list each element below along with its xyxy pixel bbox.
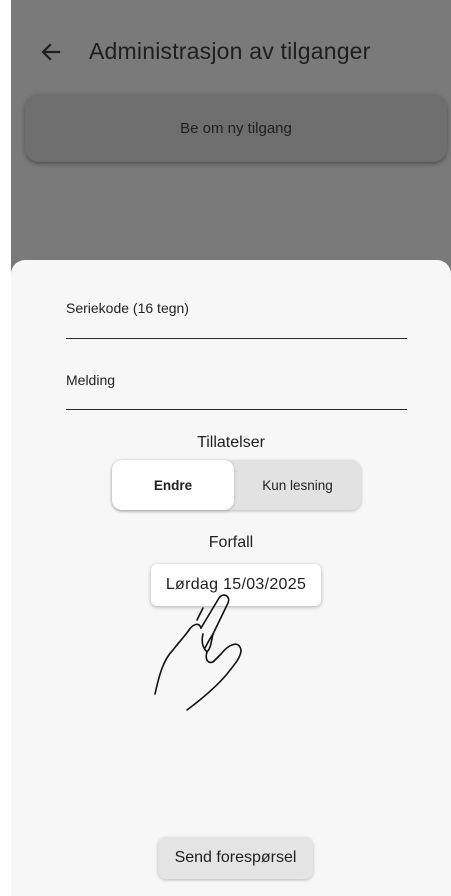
bottom-sheet: Seriekode (16 tegn) Melding Tillatelser … bbox=[11, 260, 451, 896]
due-heading: Forfall bbox=[208, 534, 254, 551]
message-label: Melding bbox=[66, 372, 116, 388]
screen: Administrasjon av tilganger Be om ny til… bbox=[0, 0, 451, 896]
serial-code-label: Seriekode (16 tegn) bbox=[66, 300, 189, 316]
arrow-left-icon[interactable] bbox=[39, 40, 63, 64]
permissions-heading: Tillatelser bbox=[197, 434, 265, 451]
screen-edge bbox=[0, 0, 11, 896]
serial-code-field[interactable]: Seriekode (16 tegn) bbox=[66, 300, 407, 339]
message-field[interactable]: Melding bbox=[66, 370, 407, 410]
app-bar: Administrasjon av tilganger bbox=[11, 0, 451, 100]
send-request-button[interactable]: Send forespørsel bbox=[158, 837, 313, 879]
permission-option-read-only[interactable]: Kun lesning bbox=[234, 460, 361, 510]
send-request-label: Send forespørsel bbox=[174, 849, 297, 866]
permissions-toggle: Endre Kun lesning bbox=[112, 460, 361, 510]
tap-hand-icon bbox=[154, 594, 242, 711]
page-title: Administrasjon av tilganger bbox=[89, 38, 371, 64]
due-date-label: Lørdag 15/03/2025 bbox=[165, 576, 307, 593]
request-access-label: Be om ny tilgang bbox=[180, 119, 292, 137]
permission-option-edit[interactable]: Endre bbox=[112, 460, 234, 510]
request-access-button[interactable]: Be om ny tilgang bbox=[25, 94, 447, 162]
